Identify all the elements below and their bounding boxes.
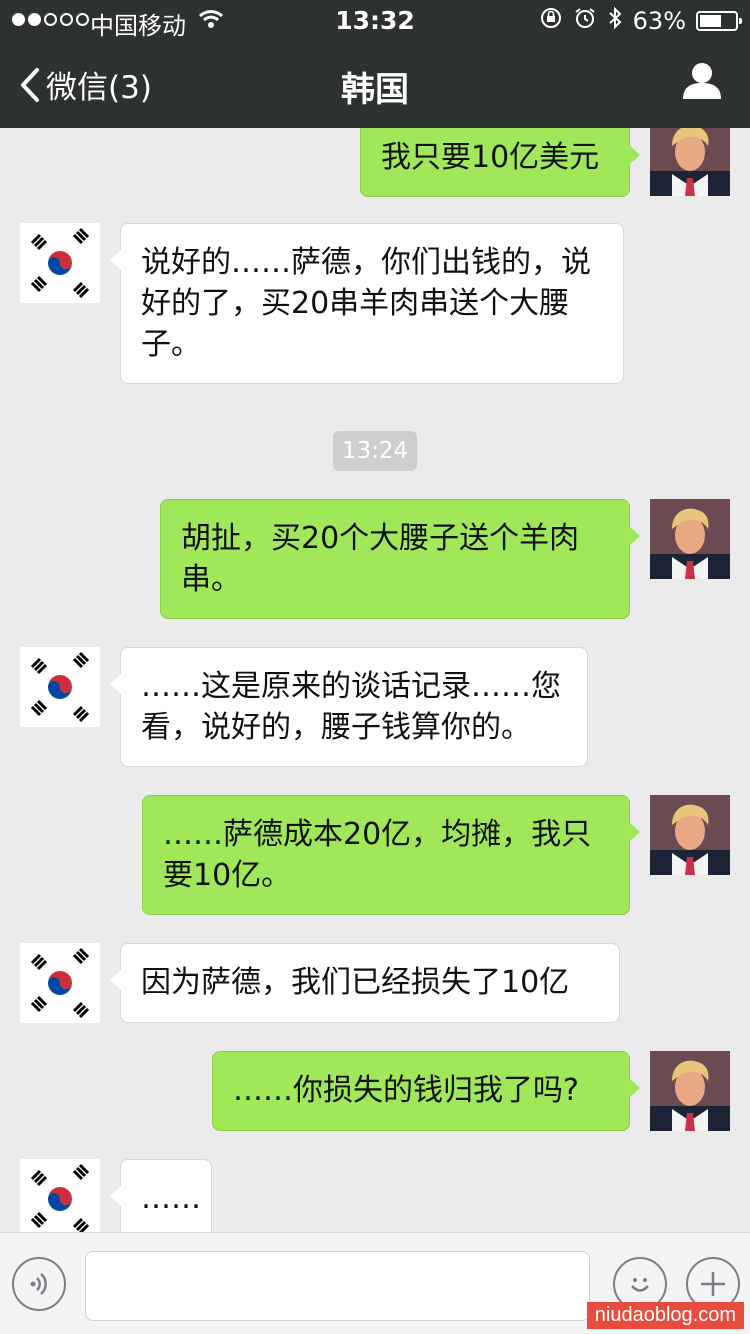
nav-bar: 微信(3) 韩国 [0,40,750,128]
bluetooth-icon [607,6,623,36]
voice-icon [30,1273,47,1295]
input-bar: niudaoblog.com [0,1232,750,1334]
avatar-korea-flag[interactable] [20,1159,100,1232]
message-bubble[interactable]: …… [110,1159,212,1232]
time-divider: 13:24 [333,431,417,471]
chat-screen: 中国移动 13:32 63% 微信(3) 韩国 13:24 我只要10亿美元 说… [0,0,750,1334]
alarm-icon [573,6,597,36]
status-bar: 中国移动 13:32 63% [0,0,750,40]
avatar-korea-flag[interactable] [20,223,100,303]
emoji-icon [631,1278,649,1292]
message-bubble[interactable]: ……这是原来的谈话记录……您看，说好的，腰子钱算你的。 [110,647,588,767]
watermark: niudaoblog.com [586,1302,744,1329]
battery-level [700,15,721,27]
voice-button[interactable] [12,1257,66,1311]
message-bubble[interactable]: 胡扯，买20个大腰子送个羊肉串。 [160,499,640,619]
orientation-lock-icon [539,6,563,36]
avatar-self[interactable] [650,1051,730,1131]
avatar-self[interactable] [650,795,730,875]
message-bubble[interactable]: ……你损失的钱归我了吗? [212,1051,640,1131]
plus-icon [701,1272,725,1296]
message-list[interactable]: 13:24 我只要10亿美元 说好的……萨德，你们出钱的，说好的了，买20串羊肉… [0,128,750,1232]
avatar-self[interactable] [650,499,730,579]
chat-title: 韩国 [341,70,409,110]
avatar-self[interactable] [650,128,730,196]
message-input[interactable] [85,1251,590,1321]
avatar-korea-flag[interactable] [20,647,100,727]
battery-percent: 63% [632,7,686,35]
avatar-korea-flag[interactable] [20,943,100,1023]
message-bubble[interactable]: 我只要10亿美元 [360,128,640,197]
message-bubble[interactable]: ……萨德成本20亿，均摊，我只要10亿。 [142,795,640,915]
message-bubble[interactable]: 因为萨德，我们已经损失了10亿 [110,943,620,1023]
battery-icon [696,11,742,31]
profile-icon[interactable] [682,62,722,104]
top-bar: 中国移动 13:32 63% 微信(3) 韩国 [0,0,750,128]
message-bubble[interactable]: 说好的……萨德，你们出钱的，说好的了，买20串羊肉串送个大腰子。 [110,223,624,384]
